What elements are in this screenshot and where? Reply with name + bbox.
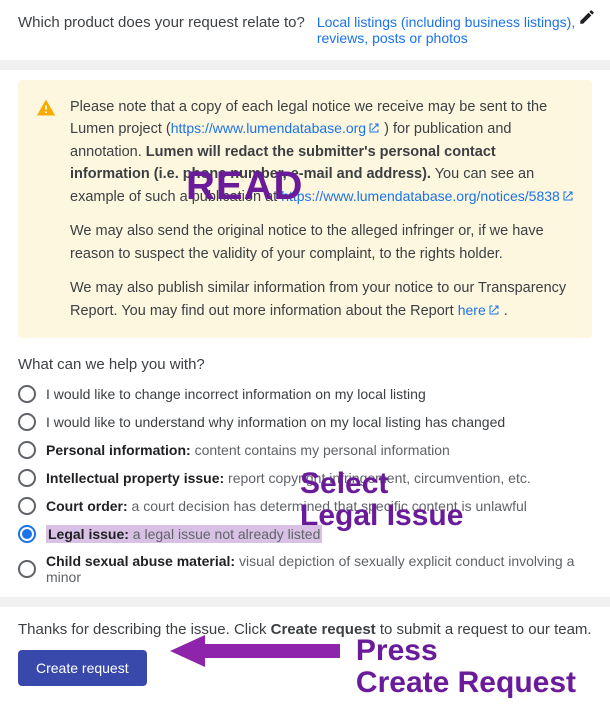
radio-icon[interactable] <box>18 497 36 515</box>
page-root: Which product does your request relate t… <box>0 0 610 706</box>
help-option[interactable]: I would like to understand why informati… <box>18 413 592 431</box>
notice-p3-suffix: . <box>500 303 508 319</box>
thanks-post: to submit a request to our team. <box>376 621 592 638</box>
thanks-text: Thanks for describing the issue. Click C… <box>18 621 592 638</box>
help-option[interactable]: Personal information: content contains m… <box>18 441 592 459</box>
product-link[interactable]: Local listings (including business listi… <box>317 14 592 46</box>
external-icon <box>560 188 574 204</box>
annotation-press-line2: Create Request <box>356 666 576 699</box>
radio-icon[interactable] <box>18 385 36 403</box>
example-link-text: https://www.lumendatabase.org/notices/58… <box>281 188 560 204</box>
annotation-press: Press Create Request <box>356 635 576 698</box>
radio-icon[interactable] <box>18 441 36 459</box>
example-link[interactable]: https://www.lumendatabase.org/notices/58… <box>281 188 574 204</box>
help-title: What can we help you with? <box>18 356 592 373</box>
help-option-label: Personal information: content contains m… <box>46 442 450 458</box>
here-link[interactable]: here <box>458 302 500 318</box>
lumen-link-text: https://www.lumendatabase.org <box>171 120 366 136</box>
footer-section: Thanks for describing the issue. Click C… <box>0 607 610 706</box>
here-link-text: here <box>458 302 486 318</box>
help-option-label: Legal issue: a legal issue not already l… <box>46 525 322 543</box>
warning-icon <box>36 98 56 322</box>
notice-p2: We may also send the original notice to … <box>70 220 574 265</box>
help-option-label: I would like to change incorrect informa… <box>46 386 426 402</box>
notice-body: Please note that a copy of each legal no… <box>70 96 574 322</box>
radio-icon[interactable] <box>18 560 36 578</box>
external-icon <box>486 302 500 318</box>
help-option[interactable]: Legal issue: a legal issue not already l… <box>18 525 592 543</box>
lumen-link[interactable]: https://www.lumendatabase.org <box>171 120 380 136</box>
help-option[interactable]: Intellectual property issue: report copy… <box>18 469 592 487</box>
radio-icon[interactable] <box>18 525 36 543</box>
create-request-button[interactable]: Create request <box>18 650 147 686</box>
help-options: I would like to change incorrect informa… <box>18 385 592 585</box>
radio-icon[interactable] <box>18 413 36 431</box>
help-option-label: Court order: a court decision has determ… <box>46 498 527 514</box>
annotation-press-line1: Press <box>356 634 438 667</box>
product-question: Which product does your request relate t… <box>18 14 305 31</box>
thanks-bold: Create request <box>271 621 376 638</box>
main-section: Please note that a copy of each legal no… <box>0 70 610 597</box>
help-option-label: Intellectual property issue: report copy… <box>46 470 531 486</box>
external-icon <box>366 120 380 136</box>
edit-icon[interactable] <box>578 8 596 31</box>
help-option[interactable]: Court order: a court decision has determ… <box>18 497 592 515</box>
help-option[interactable]: Child sexual abuse material: visual depi… <box>18 553 592 585</box>
help-option[interactable]: I would like to change incorrect informa… <box>18 385 592 403</box>
lumen-notice: Please note that a copy of each legal no… <box>18 80 592 338</box>
help-option-label: I would like to understand why informati… <box>46 414 505 430</box>
help-option-label: Child sexual abuse material: visual depi… <box>46 553 592 585</box>
thanks-pre: Thanks for describing the issue. Click <box>18 621 271 638</box>
radio-icon[interactable] <box>18 469 36 487</box>
product-section: Which product does your request relate t… <box>0 0 610 60</box>
